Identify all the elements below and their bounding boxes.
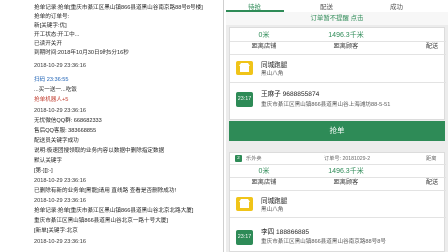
distance-header: 距离 — [426, 156, 437, 162]
distance-customer-label: 距离顾客 — [333, 43, 359, 50]
log-line: 售后QQ客服: 383668855 — [34, 128, 97, 134]
grab-order-button[interactable]: 抢单 — [229, 121, 445, 141]
customer-name-phone: 王麻子 9688855874 — [261, 91, 320, 98]
log-line: 扫码 23:36:55 — [34, 77, 69, 83]
log-line: 无忧微信QQ群: 668682333 — [34, 118, 102, 124]
order-card-2[interactable]: 2 乐外卖 订单号: 20181029-2 距离 0米 1496.3千米 距离店… — [229, 152, 446, 252]
distance-store-label: 距离店铺 — [251, 179, 277, 186]
tab-success[interactable]: 成功 — [390, 1, 403, 11]
log-line: 2018-10-29 23:36:16 — [34, 239, 86, 245]
distance-store-value: 0米 — [258, 32, 270, 39]
store-icon — [236, 61, 253, 75]
log-line: 抢单的订单号: — [34, 14, 70, 20]
log-line: ...买一送一...吃饭 — [34, 87, 77, 93]
log-line: [新单]关键字:北京 — [34, 228, 78, 234]
customer-name-phone: 李四 188866885 — [261, 229, 310, 236]
divider — [230, 54, 446, 55]
log-line: 新[关键字:优] — [34, 23, 67, 29]
tab-bar: 待抢 配送 成功 — [226, 0, 448, 12]
customer-address: 重庆市綦江区黑山镇866县道黑山谷上海滩坊88-5-51 — [261, 102, 391, 108]
log-line: 已读开关开 — [34, 41, 62, 47]
distance-customer-value: 1496.3千米 — [328, 168, 364, 175]
order-number: 订单号: 20181029-2 — [324, 156, 371, 162]
log-line: 2018-10-29 23:36:16 — [34, 63, 86, 69]
log-line: 重庆市綦江区黑山镇866县道黑山谷北京一路十号大厦] — [34, 218, 168, 224]
store-address: 黑山八角 — [261, 207, 284, 213]
tab-delivering[interactable]: 配送 — [320, 1, 333, 11]
store-name: 同城跑腿 — [261, 62, 288, 69]
delivery-label: 配送 — [425, 43, 439, 50]
distance-customer-label: 距离顾客 — [333, 179, 359, 186]
delivery-label: 配送 — [425, 179, 439, 186]
store-name: 同城跑腿 — [261, 198, 288, 205]
log-line: 配送员关键字成功 — [34, 138, 79, 144]
log-line: 2018-10-29 23:36:16 — [34, 108, 86, 114]
order-card-1[interactable]: 0米 1496.3千米 距离店铺 距离顾客 配送 同城跑腿 黑山八角 23:17 — [229, 27, 446, 120]
divider — [230, 164, 446, 165]
log-line: 说明:极速团搜领取的业务内容以数据中删除指定数据 — [34, 148, 165, 154]
log-line: 抢单机器人+5 — [34, 97, 69, 103]
shop-label: 乐外卖 — [246, 156, 262, 162]
distance-store-label: 距离店铺 — [251, 43, 277, 50]
log-gutter — [0, 0, 30, 252]
distance-store-value: 0米 — [258, 168, 270, 175]
notice-bar[interactable]: 订单暂不提醒 点击 — [226, 12, 448, 25]
order-index-badge: 2 — [235, 155, 242, 162]
log-line: 开工状态:开工中... — [34, 32, 80, 38]
time-badge: 23:17 — [236, 230, 253, 245]
time-badge: 23:17 — [236, 92, 253, 107]
log-line: 默认关键字 — [34, 158, 62, 164]
log-line: [第-][]:-] — [34, 168, 53, 174]
phone-panel: 待抢 配送 成功 订单暂不提醒 点击 0米 1496.3千米 距离店铺 距离顾客… — [226, 0, 448, 252]
log-line: 抢单记录:抢单[重庆市綦江区黑山镇866县道黑山谷北京北路大厦] — [34, 208, 194, 214]
log-line: 2018-10-29 23:36:16 — [34, 178, 86, 184]
log-line: 抢单记录:抢单[重庆市綦江区黑山镇866县道黑山谷南京路88号8号楼] — [34, 5, 203, 11]
distance-customer-value: 1496.3千米 — [328, 32, 364, 39]
customer-address: 重庆市綦江区黑山镇866县道黑山谷南京路88号8号 — [261, 239, 386, 245]
order-header: 2 乐外卖 订单号: 20181029-2 距离 — [230, 153, 446, 164]
log-line: 2018-10-29 23:36:16 — [34, 198, 86, 204]
divider — [230, 190, 446, 191]
divider — [230, 217, 446, 218]
log-line: 已删除有新的业务单[黑龍]请用 直线路 查看是否删除成功! — [34, 188, 177, 194]
divider — [230, 82, 446, 83]
log-line: 到期时间:2018年10月30日9时5分16秒 — [34, 50, 129, 56]
log-panel: 抢单记录:抢单[重庆市綦江区黑山镇866县道黑山谷南京路88号8号楼] 抢单的订单… — [0, 0, 224, 252]
store-icon — [236, 197, 253, 211]
store-address: 黑山八角 — [261, 71, 284, 77]
